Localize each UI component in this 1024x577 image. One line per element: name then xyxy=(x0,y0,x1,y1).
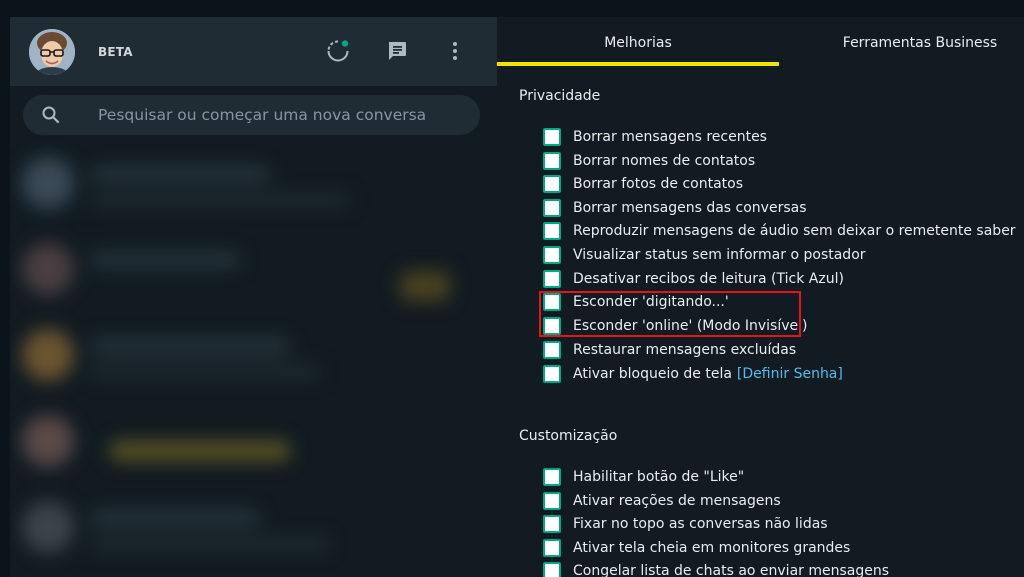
option-row[interactable]: Ativar bloqueio de tela [Definir Senha] xyxy=(543,363,843,385)
search-input[interactable] xyxy=(98,95,468,135)
option-label: Reproduzir mensagens de áudio sem deixar… xyxy=(573,223,1016,239)
option-row[interactable]: Fixar no topo as conversas não lidas xyxy=(543,513,828,535)
chat-list-panel: BETA xyxy=(10,17,497,577)
section-title-customization: Customização xyxy=(519,428,618,444)
tab-melhorias[interactable]: Melhorias xyxy=(497,17,779,62)
checkbox[interactable] xyxy=(543,222,561,240)
option-label: Ativar reações de mensagens xyxy=(573,493,781,509)
option-label: Fixar no topo as conversas não lidas xyxy=(573,516,828,532)
option-row[interactable]: Visualizar status sem informar o postado… xyxy=(543,244,866,266)
option-row[interactable]: Congelar lista de chats ao enviar mensag… xyxy=(543,560,889,577)
checkbox[interactable] xyxy=(543,246,561,264)
option-row[interactable]: Habilitar botão de "Like" xyxy=(543,466,744,488)
status-icon[interactable] xyxy=(326,39,350,63)
option-row[interactable]: Borrar mensagens recentes xyxy=(543,126,767,148)
set-password-link[interactable]: [Definir Senha] xyxy=(737,366,843,382)
checkbox[interactable] xyxy=(543,365,561,383)
option-label: Visualizar status sem informar o postado… xyxy=(573,247,866,263)
option-label: Ativar tela cheia em monitores grandes xyxy=(573,540,851,556)
option-row[interactable]: Borrar nomes de contatos xyxy=(543,150,755,172)
option-row[interactable]: Reproduzir mensagens de áudio sem deixar… xyxy=(543,220,1016,242)
list-item[interactable] xyxy=(10,489,497,575)
option-label: Restaurar mensagens excluídas xyxy=(573,342,797,358)
option-label: Ativar bloqueio de tela xyxy=(573,366,732,382)
avatar-photo xyxy=(29,29,75,75)
search-bar[interactable] xyxy=(23,95,480,135)
list-item[interactable] xyxy=(10,403,497,489)
checkbox[interactable] xyxy=(543,341,561,359)
left-header: BETA xyxy=(10,17,497,86)
option-label: Congelar lista de chats ao enviar mensag… xyxy=(573,563,890,577)
option-label: Habilitar botão de "Like" xyxy=(573,469,745,485)
checkbox[interactable] xyxy=(543,468,561,486)
new-chat-icon[interactable] xyxy=(385,39,409,63)
checkbox[interactable] xyxy=(543,270,561,288)
checkbox[interactable] xyxy=(543,128,561,146)
option-label: Borrar mensagens recentes xyxy=(573,129,767,145)
option-row[interactable]: Ativar reações de mensagens xyxy=(543,490,781,512)
option-row[interactable]: Borrar mensagens das conversas xyxy=(543,197,807,219)
checkbox[interactable] xyxy=(543,515,561,533)
checkbox[interactable] xyxy=(543,562,561,577)
avatar[interactable] xyxy=(29,29,75,75)
list-item[interactable] xyxy=(10,231,497,317)
highlight-box xyxy=(539,291,801,337)
option-row[interactable]: Ativar tela cheia em monitores grandes xyxy=(543,537,850,559)
checkbox[interactable] xyxy=(543,492,561,510)
checkbox[interactable] xyxy=(543,199,561,217)
option-row[interactable]: Restaurar mensagens excluídas xyxy=(543,339,796,361)
chat-list-blurred xyxy=(10,145,497,577)
checkbox[interactable] xyxy=(543,539,561,557)
option-label: Desativar recibos de leitura (Tick Azul) xyxy=(573,271,844,287)
beta-label: BETA xyxy=(98,45,133,59)
option-label: Borrar mensagens das conversas xyxy=(573,200,807,216)
active-tab-indicator xyxy=(497,62,779,66)
option-label: Borrar fotos de contatos xyxy=(573,176,744,192)
search-icon xyxy=(41,105,61,125)
option-label: Borrar nomes de contatos xyxy=(573,153,756,169)
list-item[interactable] xyxy=(10,145,497,231)
tab-bar: Melhorias Ferramentas Business xyxy=(497,17,1024,66)
option-row[interactable]: Desativar recibos de leitura (Tick Azul) xyxy=(543,268,844,290)
checkbox[interactable] xyxy=(543,152,561,170)
menu-icon[interactable] xyxy=(443,39,467,63)
checkbox[interactable] xyxy=(543,175,561,193)
list-item[interactable] xyxy=(10,317,497,403)
option-row[interactable]: Borrar fotos de contatos xyxy=(543,173,743,195)
tab-ferramentas-business[interactable]: Ferramentas Business xyxy=(779,17,1024,62)
section-title-privacy: Privacidade xyxy=(519,88,601,104)
settings-panel: Melhorias Ferramentas Business Privacida… xyxy=(497,17,1024,577)
